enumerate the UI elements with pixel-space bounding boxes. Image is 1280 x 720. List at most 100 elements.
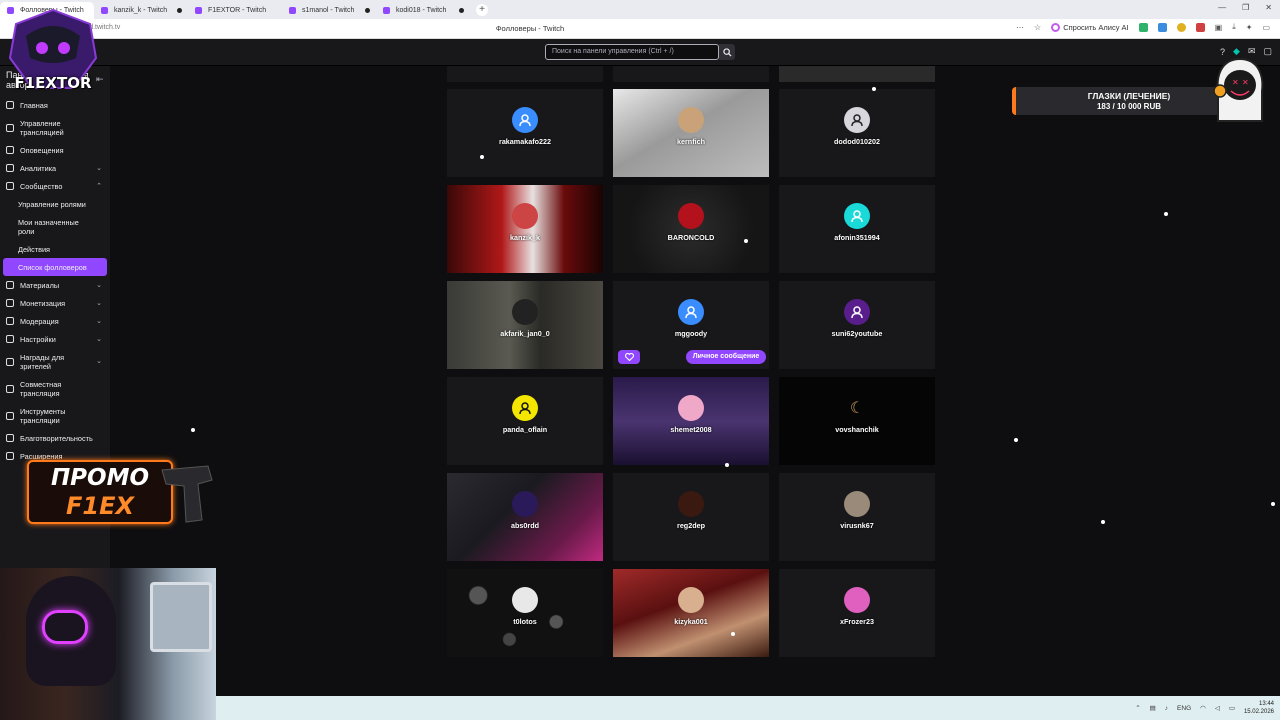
follower-card[interactable]: ☾ vovshanchik (779, 377, 935, 465)
follow-heart-button[interactable] (618, 350, 640, 364)
extension-icon[interactable] (1176, 22, 1186, 32)
bookmark-icon[interactable]: ☆ (1034, 23, 1041, 32)
sidebar-item-roles[interactable]: Управление ролями (0, 195, 110, 213)
extension-icon[interactable] (1138, 22, 1148, 32)
follower-name[interactable]: t0lotos (447, 617, 603, 626)
follower-card[interactable]: rakamakafo222 (447, 89, 603, 177)
pistol-icon (161, 465, 213, 523)
snow-particle (191, 428, 195, 432)
follower-card[interactable]: reg2dep (613, 473, 769, 561)
puzzle-icon[interactable]: ✦ (1246, 23, 1253, 32)
more-icon[interactable]: ⋯ (1016, 23, 1024, 32)
snow-particle (1164, 212, 1168, 216)
extension-icon[interactable] (1157, 22, 1167, 32)
sidebar-item-alerts[interactable]: Оповещения (0, 141, 110, 159)
tab-kodi[interactable]: kodi018 - Twitch (376, 2, 470, 19)
follower-card-partial[interactable] (779, 66, 935, 82)
snow-particle (1014, 438, 1018, 442)
tab-kanzik[interactable]: kanzik_k - Twitch (94, 2, 188, 19)
sidebar-item-followers-list[interactable]: Список фолловеров (3, 258, 107, 276)
sidebar-item-community[interactable]: Сообщество ⌃ (0, 177, 110, 195)
follower-name[interactable]: akfarik_jan0_0 (447, 329, 603, 338)
maximize-icon[interactable]: ❐ (1242, 3, 1249, 12)
sidebar-item-collab-stream[interactable]: Совместная трансляция (0, 375, 110, 402)
tab-f1extor[interactable]: F1EXTOR - Twitch (188, 2, 282, 19)
sidebar-item-label: Монетизация (20, 298, 66, 308)
twitch-top-nav: Поиск на панели управления (Ctrl + /) ? … (0, 39, 1280, 66)
new-tab-button[interactable]: + (476, 3, 488, 16)
follower-name[interactable]: xFrozer23 (779, 617, 935, 626)
audio-dot-icon (365, 8, 370, 13)
follower-name[interactable]: afonin351994 (779, 233, 935, 242)
default-avatar-icon (512, 107, 538, 133)
wallet-icon[interactable]: ▣ (1215, 23, 1223, 32)
minimize-icon[interactable]: — (1218, 3, 1226, 12)
sidebar-item-stream-manager[interactable]: Управление трансляцией (0, 114, 110, 141)
microphone-icon[interactable]: ♪ (1165, 705, 1168, 712)
sidebar-item-monetization[interactable]: Монетизация ⌄ (0, 294, 110, 312)
close-icon[interactable]: ✕ (1265, 3, 1272, 12)
follower-name[interactable]: kizyka001 (613, 617, 769, 626)
language-indicator[interactable]: ENG (1177, 705, 1191, 712)
chevron-down-icon: ⌄ (96, 358, 102, 365)
sidebar-item-label: Сообщество (20, 181, 63, 191)
follower-name[interactable]: kernfich (613, 137, 769, 146)
follower-card[interactable]: abs0rdd (447, 473, 603, 561)
sidebar-item-charity[interactable]: Благотворительность (0, 429, 110, 447)
follower-name[interactable]: suni62youtube (779, 329, 935, 338)
follower-name[interactable]: mggoody (613, 329, 769, 338)
sidebar-item-viewer-rewards[interactable]: Награды для зрителей ⌄ (0, 348, 110, 375)
alice-button[interactable]: Спросить Алису AI (1051, 22, 1129, 32)
content-icon (6, 281, 14, 289)
follower-card[interactable]: kernfich (613, 89, 769, 177)
sidebar-item-moderation[interactable]: Модерация ⌄ (0, 312, 110, 330)
sidebar-item-settings[interactable]: Настройки ⌄ (0, 330, 110, 348)
downloads-icon[interactable]: ⤓ (1232, 22, 1236, 32)
follower-name[interactable]: rakamakafo222 (447, 137, 603, 146)
follower-card[interactable]: kizyka001 (613, 569, 769, 657)
follower-card-partial[interactable] (447, 66, 603, 82)
sidebar-item-analytics[interactable]: Аналитика ⌄ (0, 159, 110, 177)
home-icon (6, 101, 14, 109)
search-button[interactable] (719, 44, 735, 60)
battery-icon[interactable]: ▭ (1229, 704, 1235, 712)
promo-code: F1EX (66, 492, 134, 520)
tab-s1manol[interactable]: s1manol - Twitch (282, 2, 376, 19)
follower-name[interactable]: panda_oflain (447, 425, 603, 434)
clock[interactable]: 13:44 15.02.2026 (1244, 700, 1274, 716)
follower-card[interactable]: shemet2008 (613, 377, 769, 465)
follower-name[interactable]: abs0rdd (447, 521, 603, 530)
sidebar-item-content[interactable]: Материалы ⌄ (0, 276, 110, 294)
chevron-down-icon: ⌄ (96, 299, 102, 307)
follower-card[interactable]: t0lotos (447, 569, 603, 657)
network-icon[interactable]: ▤ (1150, 704, 1156, 712)
follower-name[interactable]: dodod010202 (779, 137, 935, 146)
follower-card[interactable]: akfarik_jan0_0 (447, 281, 603, 369)
follower-card[interactable]: panda_oflain (447, 377, 603, 465)
follower-card[interactable]: BARONCOLD (613, 185, 769, 273)
snow-particle (872, 87, 876, 91)
follower-name[interactable]: virusnk67 (779, 521, 935, 530)
follower-name[interactable]: kanzik_k (447, 233, 603, 242)
follower-card[interactable]: xFrozer23 (779, 569, 935, 657)
search-input[interactable]: Поиск на панели управления (Ctrl + /) (545, 44, 719, 60)
follower-card[interactable]: afonin351994 (779, 185, 935, 273)
chevron-up-icon[interactable]: ⌃ (1135, 704, 1140, 712)
sidebar-item-stream-tools[interactable]: Инструменты трансляции (0, 402, 110, 429)
collab-icon (6, 384, 14, 393)
extension-icon[interactable] (1195, 22, 1205, 32)
follower-card[interactable]: suni62youtube (779, 281, 935, 369)
sidebar-toggle-icon[interactable]: ▭ (1262, 23, 1270, 32)
wifi-icon[interactable]: ◠ (1200, 704, 1206, 712)
volume-icon[interactable]: ◁ (1215, 704, 1220, 712)
direct-message-button[interactable]: Личное сообщение (686, 350, 766, 364)
follower-card-partial[interactable] (613, 66, 769, 82)
follower-name[interactable]: shemet2008 (613, 425, 769, 434)
follower-card[interactable]: kanzik_k (447, 185, 603, 273)
follower-name[interactable]: vovshanchik (779, 425, 935, 434)
follower-card[interactable]: dodod010202 (779, 89, 935, 177)
follower-card[interactable]: virusnk67 (779, 473, 935, 561)
sidebar-item-activity[interactable]: Действия (0, 240, 110, 258)
sidebar-item-my-roles[interactable]: Мои назначенные роли (0, 213, 110, 240)
follower-name[interactable]: reg2dep (613, 521, 769, 530)
